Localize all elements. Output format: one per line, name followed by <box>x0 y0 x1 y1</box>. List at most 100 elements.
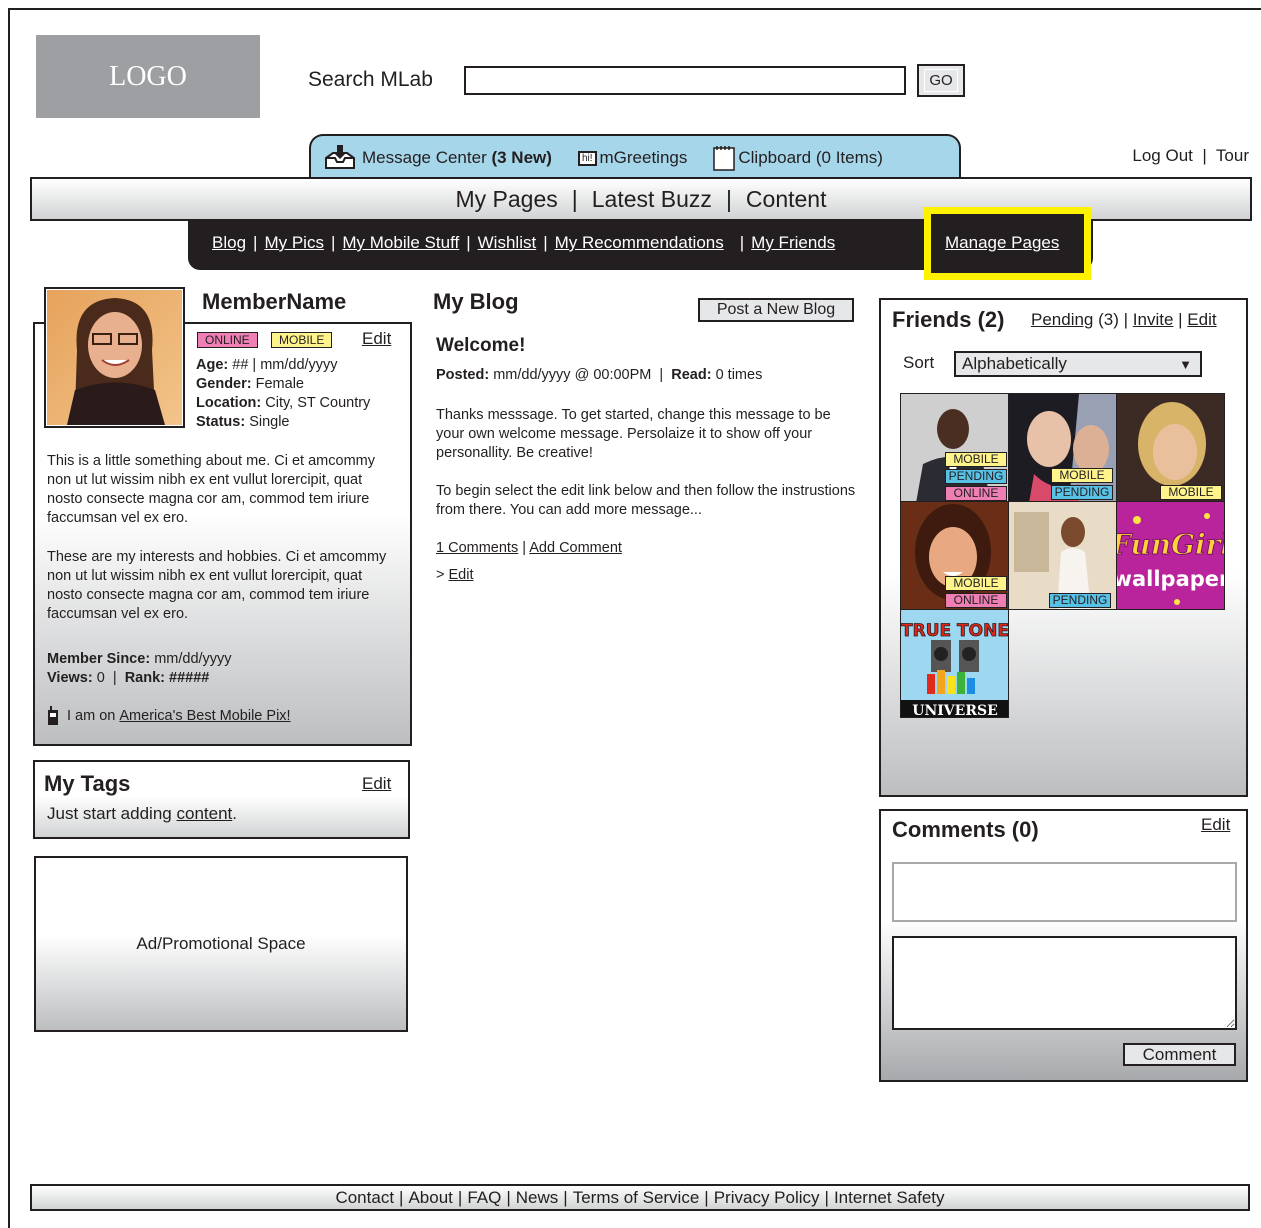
ringtone-thumb: TRUE TONE UNIVERSE <box>901 610 1009 717</box>
post-blog-button[interactable]: Post a New Blog <box>698 298 854 322</box>
profile-edit-link[interactable]: Edit <box>362 329 391 349</box>
blog-edit-prefix: > <box>436 567 445 583</box>
avatar[interactable] <box>44 287 185 428</box>
location-label: Location: <box>196 395 262 411</box>
gender-value: Female <box>255 376 304 392</box>
friend-thumb[interactable]: MOBILE PENDING <box>1008 393 1117 502</box>
friends-title: Friends (2) <box>892 307 1005 332</box>
friend-mobile-badge: MOBILE <box>945 452 1007 467</box>
footer: Contact | About | FAQ | News | Terms of Serv… <box>30 1184 1250 1211</box>
friend-thumb[interactable]: MOBILE PENDING ONLINE <box>900 393 1009 502</box>
friends-invite-link[interactable]: Invite <box>1133 310 1174 329</box>
go-button[interactable]: GO <box>917 64 965 97</box>
status-value: Single <box>249 414 290 430</box>
subnav-my-recommendations[interactable]: My Recommendations <box>555 233 724 252</box>
status-label: Status: <box>196 414 246 430</box>
subnav-my-mobile-stuff[interactable]: My Mobile Stuff <box>342 233 459 252</box>
ad-label: Ad/Promotional Space <box>136 934 306 953</box>
profile-details: Age: ## | mm/dd/yyyy Gender: Female Loca… <box>196 356 370 432</box>
ringtone-title: TRUE TONE <box>901 621 1009 641</box>
separator: | <box>543 233 548 252</box>
friend-thumb[interactable]: FunGirl wallpaper <box>1116 501 1225 610</box>
member-since-value: mm/dd/yyyy <box>154 651 232 667</box>
tags-text: Just start adding content. <box>47 804 237 824</box>
sort-select[interactable]: Alphabetically ▼ <box>954 351 1202 377</box>
comment-submit-button[interactable]: Comment <box>1123 1043 1236 1066</box>
footer-news-link[interactable]: News <box>516 1188 559 1208</box>
dropdown-arrow-icon: ▼ <box>1179 356 1192 372</box>
footer-internet-safety-link[interactable]: Internet Safety <box>834 1188 945 1208</box>
subnav-manage-pages[interactable]: Manage Pages <box>945 233 1059 253</box>
subnav-my-friends[interactable]: My Friends <box>751 233 835 252</box>
tour-link[interactable]: Tour <box>1216 146 1249 165</box>
separator: | <box>1197 146 1212 165</box>
clipboard-tab[interactable]: Clipboard (0 Items) <box>713 145 883 171</box>
blog-body-paragraph: Thanks messsage. To get started, change … <box>436 407 831 461</box>
clipboard-label: Clipboard (0 Items) <box>738 148 883 167</box>
friend-mobile-badge: MOBILE <box>1051 468 1113 483</box>
tags-text-suffix: . <box>232 804 237 823</box>
footer-about-link[interactable]: About <box>408 1188 452 1208</box>
comment-body-input[interactable] <box>892 936 1237 1030</box>
comments-title: Comments (0) <box>892 817 1039 842</box>
posted-value: mm/dd/yyyy @ 00:00PM <box>493 367 652 383</box>
friend-thumb[interactable]: MOBILE ONLINE <box>900 501 1009 610</box>
separator: | <box>824 1187 829 1207</box>
nav-my-pages[interactable]: My Pages <box>456 186 558 213</box>
mobile-line: I am on America's Best Mobile Pix! <box>47 706 291 726</box>
separator: | <box>563 1187 568 1207</box>
friend-mobile-badge: MOBILE <box>945 576 1007 591</box>
footer-terms-link[interactable]: Terms of Service <box>573 1188 700 1208</box>
tags-edit-link[interactable]: Edit <box>362 774 391 794</box>
online-badge: ONLINE <box>197 332 258 348</box>
search-label: Search MLab <box>308 68 433 91</box>
status-row: Status: Single <box>196 413 370 432</box>
mobile-pix-link[interactable]: America's Best Mobile Pix! <box>119 708 290 724</box>
comments-edit-link[interactable]: Edit <box>1201 815 1230 835</box>
friends-pending-count: (3) <box>1098 310 1119 329</box>
comment-name-input[interactable] <box>892 862 1237 922</box>
friends-edit-link[interactable]: Edit <box>1187 310 1216 329</box>
subnav-blog[interactable]: Blog <box>212 233 246 252</box>
wallpaper-subtitle: wallpaper <box>1117 567 1225 591</box>
blog-meta: Posted: mm/dd/yyyy @ 00:00PM | Read: 0 t… <box>436 367 763 383</box>
ad-space[interactable]: Ad/Promotional Space <box>34 856 408 1032</box>
logout-link[interactable]: Log Out <box>1132 146 1193 165</box>
blog-comment-links: 1 Comments | Add Comment <box>436 540 622 556</box>
subnav-my-pics[interactable]: My Pics <box>264 233 324 252</box>
blog-edit-row: > Edit <box>436 567 474 583</box>
rank-value: ##### <box>169 670 210 686</box>
age-label: Age: <box>196 357 229 373</box>
location-row: Location: City, ST Country <box>196 394 370 413</box>
logo-text: LOGO <box>109 60 187 92</box>
footer-contact-link[interactable]: Contact <box>335 1188 394 1208</box>
blog-edit-link[interactable]: Edit <box>449 567 474 583</box>
subnav-wishlist[interactable]: Wishlist <box>478 233 537 252</box>
blog-comments-link[interactable]: 1 Comments <box>436 540 518 556</box>
friend-pending-badge: PENDING <box>1051 485 1113 500</box>
tags-text-prefix: Just start adding <box>47 804 172 823</box>
search-input[interactable] <box>464 66 906 95</box>
friend-thumb[interactable]: PENDING <box>1008 501 1117 610</box>
nav-latest-buzz[interactable]: Latest Buzz <box>592 186 712 213</box>
footer-privacy-link[interactable]: Privacy Policy <box>714 1188 820 1208</box>
member-stats: Member Since: mm/dd/yyyy Views: 0 | Rank… <box>47 650 232 688</box>
mobile-prefix: I am on <box>67 708 116 724</box>
views-label: Views: <box>47 670 93 686</box>
tags-content-link[interactable]: content <box>176 804 232 823</box>
message-center-tab[interactable]: Message Center (3 New) <box>321 144 552 172</box>
mgreetings-tab[interactable]: hi! mGreetings <box>577 148 687 168</box>
friends-grid: MOBILE PENDING ONLINE MOBILE PENDING MOB… <box>900 393 1226 719</box>
friend-online-badge: ONLINE <box>945 486 1007 501</box>
account-links: Log Out | Tour <box>1132 146 1249 166</box>
friend-thumb[interactable]: MOBILE <box>1116 393 1225 502</box>
logo[interactable]: LOGO <box>36 35 260 118</box>
sort-label: Sort <box>903 353 935 372</box>
nav-content[interactable]: Content <box>746 186 827 213</box>
member-since-row: Member Since: mm/dd/yyyy <box>47 650 232 669</box>
footer-faq-link[interactable]: FAQ <box>467 1188 501 1208</box>
friend-thumb[interactable]: TRUE TONE UNIVERSE <box>900 609 1009 718</box>
about-me-text: This is a little something about me. Ci … <box>47 453 375 526</box>
add-comment-link[interactable]: Add Comment <box>529 540 622 556</box>
friends-pending-link[interactable]: Pending <box>1031 310 1093 329</box>
